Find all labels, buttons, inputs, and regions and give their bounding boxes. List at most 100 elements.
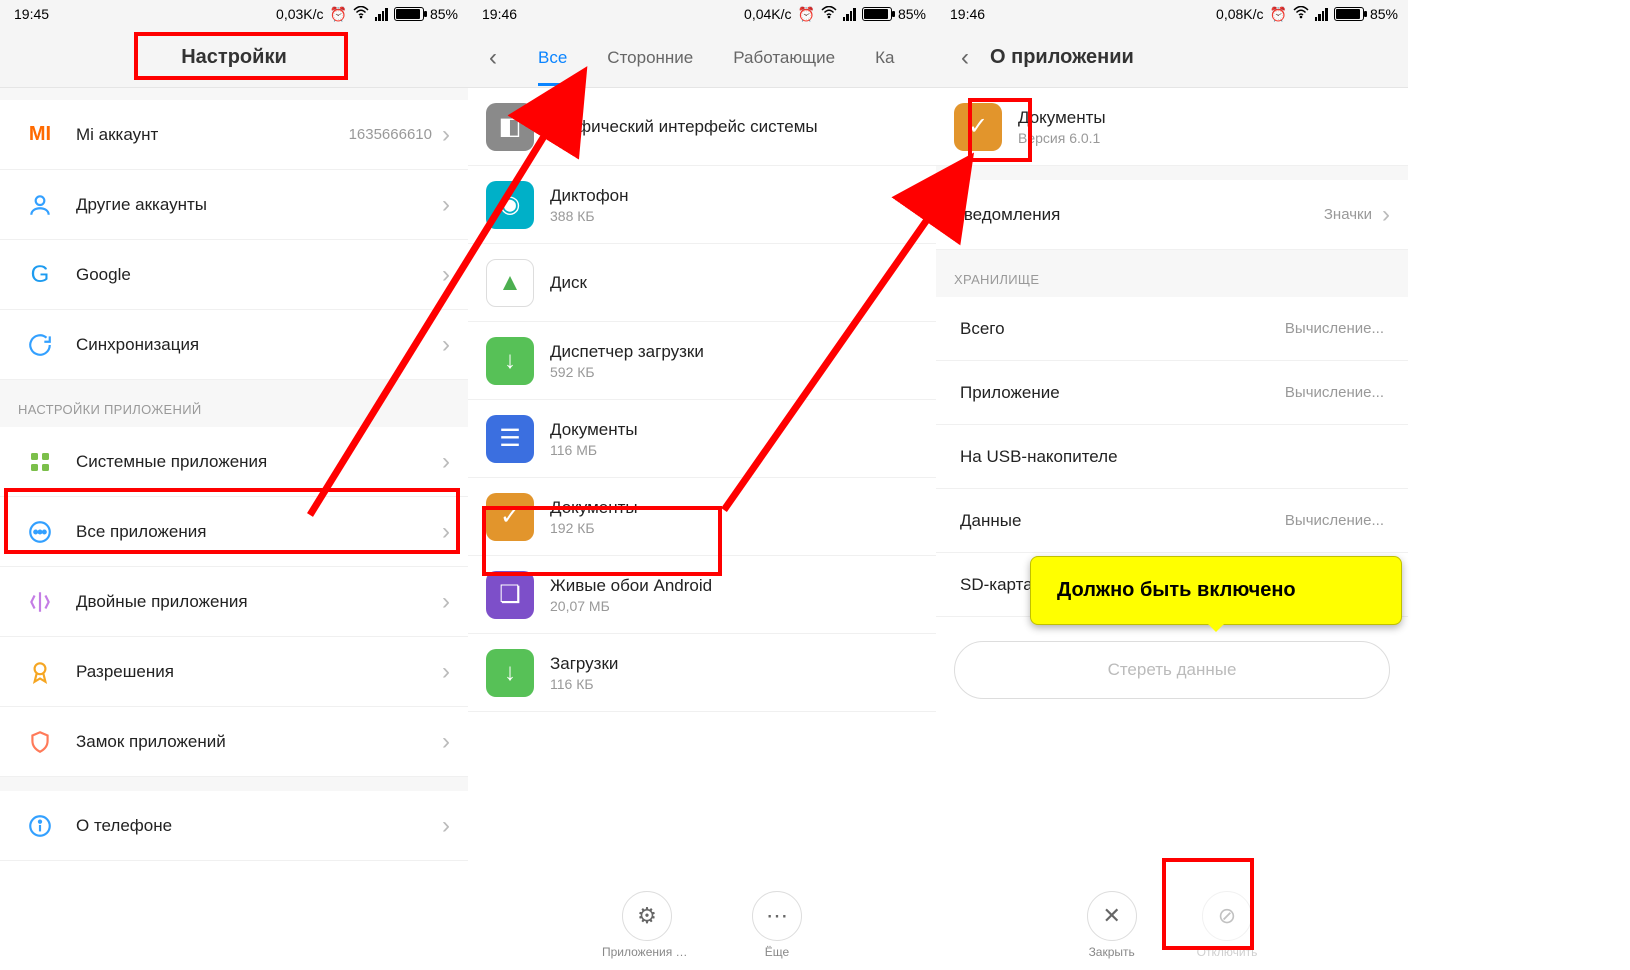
row-title: Двойные приложения: [76, 592, 442, 612]
status-time: 19:46: [482, 6, 517, 22]
row-value: 1635666610: [349, 126, 432, 143]
list-item[interactable]: Разрешения ›: [0, 637, 468, 707]
notifications-row[interactable]: Уведомления Значки ›: [936, 180, 1408, 250]
alarm-icon: ⏰: [1270, 6, 1287, 23]
button-label: Отключить: [1197, 945, 1258, 959]
app-icon: ↓: [486, 337, 534, 385]
app-version: Версия 6.0.1: [1018, 130, 1390, 146]
list-item[interactable]: Системные приложения ›: [0, 427, 468, 497]
app-name: Документы: [1018, 108, 1390, 128]
chevron-right-icon: ›: [442, 121, 450, 149]
storage-key: Приложение: [960, 383, 1285, 403]
list-item[interactable]: О телефоне ›: [0, 791, 468, 861]
status-net: 0,04K/c: [744, 6, 791, 22]
dots-icon: [18, 519, 62, 545]
list-item[interactable]: Синхронизация ›: [0, 310, 468, 380]
section-header: НАСТРОЙКИ ПРИЛОЖЕНИЙ: [0, 380, 468, 427]
bottom-button[interactable]: ⚙ Приложения по умо…: [602, 891, 692, 959]
app-title: Живые обои Android: [550, 576, 918, 596]
app-title: Документы: [550, 498, 918, 518]
storage-row: Приложение Вычисление...: [936, 361, 1408, 425]
app-header: ✓ Документы Версия 6.0.1: [936, 88, 1408, 166]
info-icon: [18, 813, 62, 839]
wifi-icon: [821, 6, 837, 23]
disable-button[interactable]: ⊘ Отключить: [1197, 891, 1258, 959]
button-circle: ✕: [1087, 891, 1137, 941]
battery-icon: [394, 7, 424, 21]
app-title: Графический интерфейс системы: [550, 117, 918, 137]
app-size: 592 КБ: [550, 364, 918, 380]
list-item[interactable]: Замок приложений ›: [0, 707, 468, 777]
chevron-right-icon: ›: [442, 261, 450, 289]
app-row[interactable]: ↓ Загрузки 116 КБ: [468, 634, 936, 712]
app-title: Диктофон: [550, 186, 918, 206]
list-item[interactable]: MI Mi аккаунт 1635666610 ›: [0, 100, 468, 170]
twin-icon: [18, 589, 62, 615]
app-row[interactable]: ▲ Диск: [468, 244, 936, 322]
wifi-icon: [1293, 6, 1309, 23]
app-title: Диспетчер загрузки: [550, 342, 918, 362]
app-size: 388 КБ: [550, 208, 918, 224]
tab-2[interactable]: Работающие: [713, 48, 855, 68]
bottom-button[interactable]: ⋯ Ёще: [752, 891, 802, 959]
app-icon: ✓: [486, 493, 534, 541]
chevron-right-icon: ›: [442, 448, 450, 476]
list-item[interactable]: G Google ›: [0, 240, 468, 310]
button-circle: ⋯: [752, 891, 802, 941]
app-row[interactable]: ◉ Диктофон 388 КБ: [468, 166, 936, 244]
list-item[interactable]: Двойные приложения ›: [0, 567, 468, 637]
alarm-icon: ⏰: [330, 6, 347, 23]
close-button[interactable]: ✕ Закрыть: [1087, 891, 1137, 959]
notify-value: Значки: [1324, 206, 1372, 223]
app-icon: ▲: [486, 259, 534, 307]
medal-icon: [18, 659, 62, 685]
app-row[interactable]: ✓ Документы 192 КБ: [468, 478, 936, 556]
status-bar: 19:45 0,03K/c ⏰ 85%: [0, 0, 468, 28]
chevron-right-icon: ›: [442, 518, 450, 546]
tab-1[interactable]: Сторонние: [587, 48, 713, 68]
app-icon: ❏: [486, 571, 534, 619]
screen-settings: 19:45 0,03K/c ⏰ 85% Настройки MI Mi акка…: [0, 0, 468, 970]
section-header: ХРАНИЛИЩЕ: [936, 250, 1408, 297]
grid-icon: [18, 450, 62, 474]
tab-3[interactable]: Ка: [855, 48, 914, 68]
chevron-right-icon: ›: [442, 588, 450, 616]
lock-icon: [18, 729, 62, 755]
signal-icon: [1315, 7, 1328, 21]
tab-0[interactable]: Все: [518, 48, 587, 68]
erase-data-button[interactable]: Стереть данные: [954, 641, 1390, 699]
button-circle: ⚙: [622, 891, 672, 941]
back-button[interactable]: ‹: [940, 44, 990, 72]
row-title: Другие аккаунты: [76, 195, 442, 215]
back-button[interactable]: ‹: [468, 44, 518, 72]
storage-key: На USB-накопителе: [960, 447, 1384, 467]
button-label: Ёще: [765, 945, 789, 959]
storage-key: Данные: [960, 511, 1285, 531]
row-title: Все приложения: [76, 522, 442, 542]
app-size: 20,07 МБ: [550, 598, 918, 614]
app-row[interactable]: ❏ Живые обои Android 20,07 МБ: [468, 556, 936, 634]
page-title: О приложении: [990, 46, 1134, 69]
status-time: 19:45: [14, 6, 49, 22]
chevron-right-icon: ›: [442, 728, 450, 756]
app-size: 116 МБ: [550, 442, 918, 458]
storage-value: Вычисление...: [1285, 320, 1384, 337]
list-item[interactable]: Другие аккаунты ›: [0, 170, 468, 240]
app-row[interactable]: ☰ Документы 116 МБ: [468, 400, 936, 478]
battery-pct: 85%: [430, 6, 458, 22]
app-icon: ◉: [486, 181, 534, 229]
signal-icon: [375, 7, 388, 21]
callout-must-be-enabled: Должно быть включено: [1030, 556, 1402, 625]
status-bar: 19:46 0,04K/c ⏰ 85%: [468, 0, 936, 28]
chevron-right-icon: ›: [442, 331, 450, 359]
row-title: Разрешения: [76, 662, 442, 682]
list-item[interactable]: Все приложения ›: [0, 497, 468, 567]
storage-value: Вычисление...: [1285, 512, 1384, 529]
app-row[interactable]: ◧ Графический интерфейс системы: [468, 88, 936, 166]
G-icon: G: [18, 261, 62, 289]
screen-app-info: 19:46 0,08K/c ⏰ 85% ‹ О приложении ✓ Док…: [936, 0, 1408, 970]
app-row[interactable]: ↓ Диспетчер загрузки 592 КБ: [468, 322, 936, 400]
header: Настройки: [0, 28, 468, 88]
status-net: 0,08K/c: [1216, 6, 1263, 22]
row-title: Замок приложений: [76, 732, 442, 752]
